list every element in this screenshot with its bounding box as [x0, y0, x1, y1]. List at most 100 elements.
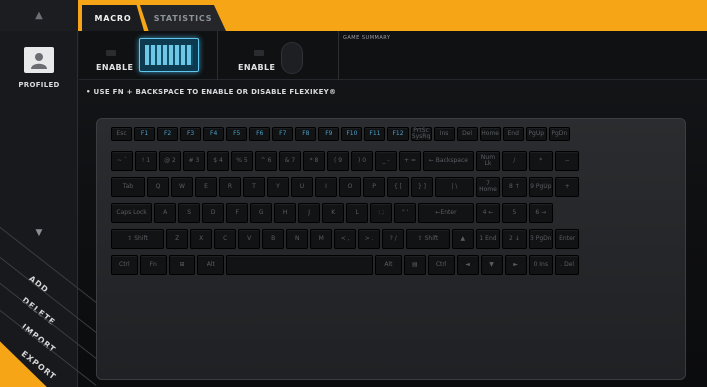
key-row2-3[interactable]: # 3 [183, 151, 205, 171]
key-row3-1[interactable]: Q [147, 177, 169, 197]
tab-macro[interactable]: MACRO [82, 5, 144, 31]
key-row5-8[interactable]: < , [334, 229, 357, 249]
key-row1-13[interactable]: PrtSc SysRq [410, 127, 432, 141]
key-row3-14[interactable]: 7 Home [475, 177, 501, 197]
key-row5-14[interactable]: 2 ↓ [502, 229, 527, 249]
key-row1-5[interactable]: F5 [226, 127, 248, 141]
key-row5-9[interactable]: > . [358, 229, 381, 249]
key-row2-11[interactable]: _ - [375, 151, 397, 171]
key-row1-18[interactable]: PgUp [525, 127, 547, 141]
key-row2-17[interactable]: − [555, 151, 580, 171]
key-row2-1[interactable]: ! 1 [135, 151, 157, 171]
key-row6-9[interactable]: ▼ [480, 255, 503, 275]
key-row3-16[interactable]: 9 PgUp [528, 177, 553, 197]
key-row5-13[interactable]: 1 End [475, 229, 501, 249]
key-row3-10[interactable]: P [363, 177, 385, 197]
profile-avatar-button[interactable] [24, 47, 54, 73]
key-row1-15[interactable]: Del [456, 127, 478, 141]
key-row6-2[interactable]: ⊞ [168, 255, 196, 275]
key-row4-0[interactable]: Caps Lock [111, 203, 153, 223]
key-row5-2[interactable]: X [190, 229, 213, 249]
key-row4-3[interactable]: D [202, 203, 225, 223]
key-row5-11[interactable]: ⇧ Shift [406, 229, 450, 249]
key-row3-0[interactable]: Tab [111, 177, 145, 197]
key-row4-2[interactable]: S [178, 203, 201, 223]
key-row2-13[interactable]: ← Backspace [423, 151, 474, 171]
key-row1-3[interactable]: F3 [180, 127, 202, 141]
key-row5-15[interactable]: 3 PgDn [528, 229, 553, 249]
key-row4-4[interactable]: F [226, 203, 249, 223]
key-row2-12[interactable]: + = [399, 151, 421, 171]
tab-statistics[interactable]: STATISTICS [140, 5, 226, 31]
key-row3-6[interactable]: Y [267, 177, 289, 197]
key-row5-16[interactable]: Enter [555, 229, 580, 249]
key-row6-10[interactable]: ► [504, 255, 527, 275]
key-row2-9[interactable]: ( 9 [327, 151, 349, 171]
key-row5-3[interactable]: C [214, 229, 237, 249]
key-row2-10[interactable]: ) 0 [351, 151, 373, 171]
key-row3-15[interactable]: 8 ↑ [502, 177, 527, 197]
key-row5-1[interactable]: Z [166, 229, 189, 249]
key-row1-16[interactable]: Home [479, 127, 501, 141]
key-row1-6[interactable]: F6 [249, 127, 271, 141]
key-row4-6[interactable]: H [274, 203, 297, 223]
key-row2-8[interactable]: * 8 [303, 151, 325, 171]
key-row3-9[interactable]: O [339, 177, 361, 197]
key-row2-2[interactable]: @ 2 [159, 151, 181, 171]
key-row4-12[interactable]: ←Enter [418, 203, 474, 223]
key-row6-4[interactable] [226, 255, 373, 275]
key-row2-0[interactable]: ~ ` [111, 151, 133, 171]
key-row1-1[interactable]: F1 [134, 127, 156, 141]
key-row1-10[interactable]: F10 [341, 127, 363, 141]
key-row2-6[interactable]: ^ 6 [255, 151, 277, 171]
key-row5-5[interactable]: B [262, 229, 285, 249]
key-row5-12[interactable]: ▲ [451, 229, 474, 249]
key-row4-7[interactable]: J [298, 203, 321, 223]
key-row1-19[interactable]: PgDn [548, 127, 570, 141]
key-row3-17[interactable]: + [555, 177, 580, 197]
key-row3-3[interactable]: E [195, 177, 217, 197]
key-row3-4[interactable]: R [219, 177, 241, 197]
key-row2-16[interactable]: * [528, 151, 553, 171]
key-row6-1[interactable]: Fn [139, 255, 167, 275]
key-row1-14[interactable]: Ins [433, 127, 455, 141]
key-row1-0[interactable]: Esc [111, 127, 133, 141]
key-row3-13[interactable]: | \ [435, 177, 474, 197]
key-row4-14[interactable]: 5 [502, 203, 527, 223]
key-row4-10[interactable]: : ; [370, 203, 393, 223]
key-row2-7[interactable]: & 7 [279, 151, 301, 171]
key-row1-7[interactable]: F7 [272, 127, 294, 141]
key-row6-11[interactable]: 0 Ins [528, 255, 553, 275]
key-row5-10[interactable]: ? / [382, 229, 405, 249]
key-row6-8[interactable]: ◄ [456, 255, 479, 275]
key-row1-9[interactable]: F9 [318, 127, 340, 141]
key-row2-4[interactable]: $ 4 [207, 151, 229, 171]
key-row3-8[interactable]: I [315, 177, 337, 197]
key-row6-12[interactable]: . Del [555, 255, 580, 275]
key-row6-3[interactable]: Alt [197, 255, 225, 275]
key-row6-0[interactable]: Ctrl [111, 255, 138, 275]
key-row5-0[interactable]: ⇧ Shift [111, 229, 165, 249]
key-row1-12[interactable]: F12 [387, 127, 409, 141]
key-row5-4[interactable]: V [238, 229, 261, 249]
mouse-icon[interactable] [281, 42, 303, 74]
key-row3-2[interactable]: W [171, 177, 193, 197]
key-row3-7[interactable]: U [291, 177, 313, 197]
key-row1-11[interactable]: F11 [364, 127, 386, 141]
key-row6-5[interactable]: Alt [375, 255, 402, 275]
key-row2-15[interactable]: / [502, 151, 527, 171]
key-row6-6[interactable]: ▤ [403, 255, 426, 275]
key-row4-1[interactable]: A [154, 203, 177, 223]
mouse-enable-toggle[interactable]: ENABLE [238, 63, 275, 72]
key-row5-6[interactable]: N [286, 229, 309, 249]
key-row4-11[interactable]: " ' [394, 203, 417, 223]
key-row1-8[interactable]: F8 [295, 127, 317, 141]
key-row3-5[interactable]: T [243, 177, 265, 197]
key-row1-4[interactable]: F4 [203, 127, 225, 141]
key-row2-5[interactable]: % 5 [231, 151, 253, 171]
key-row1-2[interactable]: F2 [157, 127, 179, 141]
keyboard-icon[interactable] [139, 38, 199, 72]
key-row6-7[interactable]: Ctrl [427, 255, 455, 275]
key-row4-5[interactable]: G [250, 203, 273, 223]
key-row4-9[interactable]: L [346, 203, 369, 223]
